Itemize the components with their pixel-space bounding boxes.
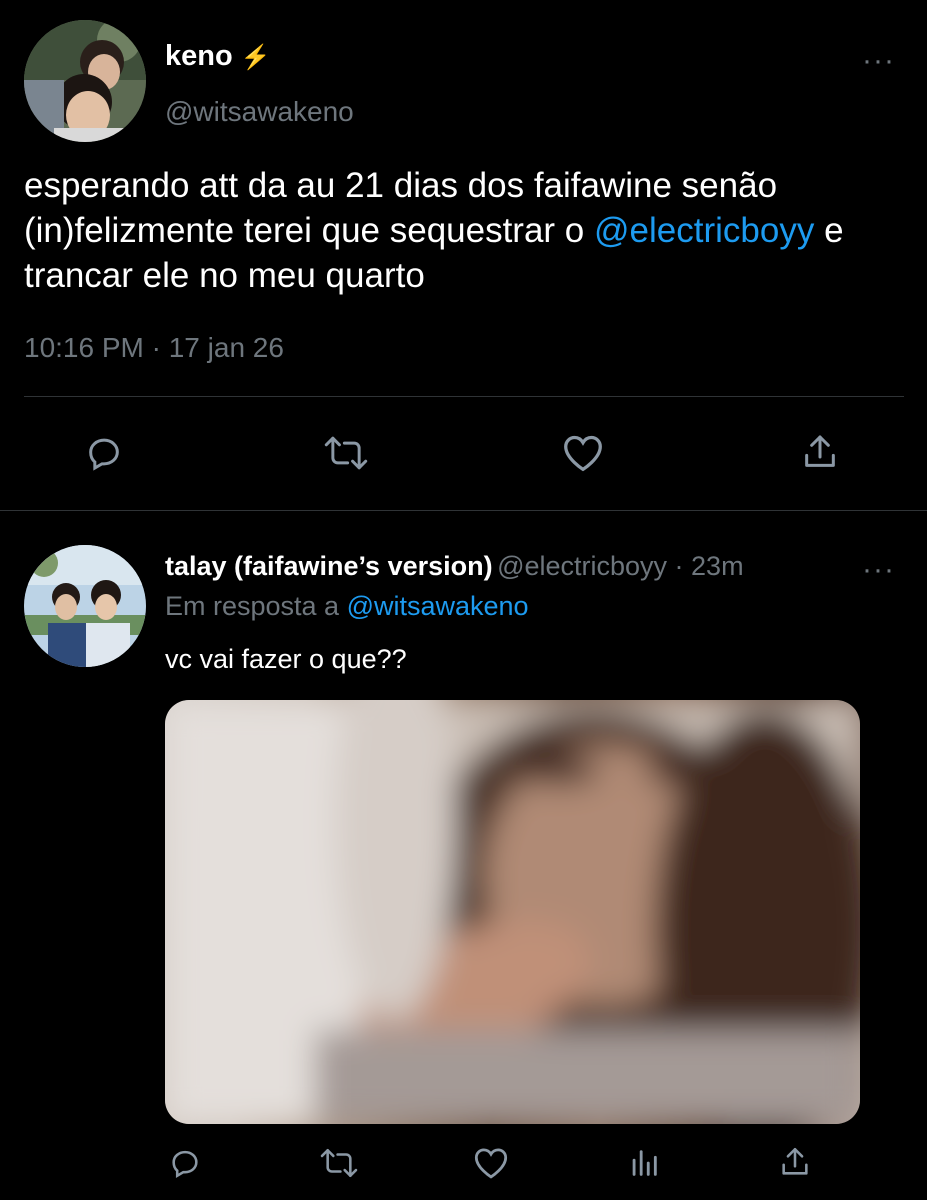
avatar-photo — [24, 545, 146, 667]
reply-avatar[interactable] — [24, 545, 146, 667]
reply-header: talay (faifawine’s version) @electricboy… — [165, 551, 744, 582]
reply-icon[interactable] — [78, 430, 130, 476]
mention-link[interactable]: @electricboyy — [594, 211, 814, 250]
reply-author-handle[interactable]: @electricboyy — [497, 551, 667, 581]
reply-body: vc vai fazer o que?? — [165, 644, 407, 674]
more-options-icon[interactable]: ··· — [862, 46, 895, 76]
avatar[interactable] — [24, 20, 146, 142]
author-handle[interactable]: @witsawakeno — [165, 96, 354, 128]
reply-to-mention[interactable]: @witsawakeno — [347, 591, 529, 621]
reply-context-label: Em resposta a — [165, 591, 347, 621]
share-icon[interactable] — [796, 428, 844, 476]
share-icon[interactable] — [775, 1143, 815, 1181]
divider — [24, 396, 904, 397]
reply-more-options-icon[interactable]: ··· — [862, 555, 895, 585]
author-display-name[interactable]: keno ⚡ — [165, 40, 271, 73]
reply-icon[interactable] — [165, 1145, 205, 1181]
tweet-body: esperando att da au 21 dias dos faifawin… — [24, 163, 904, 298]
media-photo — [165, 700, 860, 1124]
reply-media-image[interactable] — [165, 700, 860, 1124]
reply-time[interactable]: · 23m — [667, 551, 744, 581]
retweet-icon[interactable] — [316, 430, 376, 476]
tweet-timestamp[interactable]: 10:16 PM · 17 jan 26 — [24, 332, 284, 364]
analytics-icon[interactable] — [624, 1145, 664, 1181]
retweet-icon[interactable] — [316, 1145, 362, 1181]
like-icon[interactable] — [556, 430, 610, 476]
reply-author-name[interactable]: talay (faifawine’s version) — [165, 551, 493, 581]
avatar-photo — [24, 20, 146, 142]
lightning-badge-icon: ⚡ — [240, 44, 271, 71]
tweet-separator — [0, 510, 927, 511]
like-icon[interactable] — [470, 1145, 512, 1181]
author-name[interactable]: keno — [165, 40, 233, 72]
reply-context: Em resposta a @witsawakeno — [165, 591, 529, 622]
